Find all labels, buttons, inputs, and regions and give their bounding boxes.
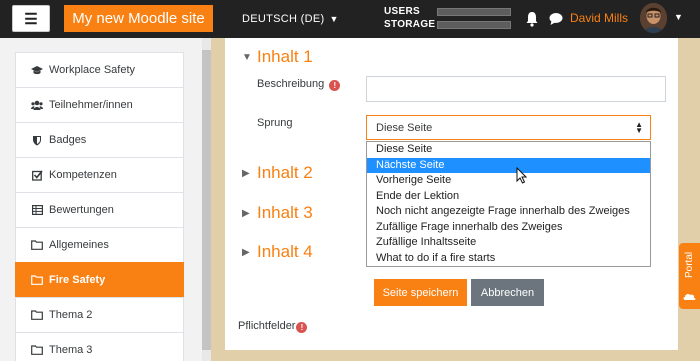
drawer-item-label: Teilnehmer/innen (49, 99, 133, 111)
folder-icon (31, 240, 43, 250)
checkbox-icon (31, 170, 43, 181)
save-page-button[interactable]: Seite speichern (374, 279, 467, 306)
section-title: Inhalt 4 (257, 242, 313, 261)
usage-labels: USERS STORAGE (384, 5, 435, 31)
drawer-item-topic-3[interactable]: Thema 3 (15, 332, 184, 361)
folder-icon (31, 345, 43, 355)
avatar[interactable] (640, 3, 667, 33)
portal-icon (683, 293, 696, 300)
users-usage-bar (437, 8, 511, 16)
drawer-item-label: Kompetenzen (49, 169, 117, 181)
drawer-item-topic-2[interactable]: Thema 2 (15, 297, 184, 332)
sprung-dropdown-list: Diese Seite Nächste Seite Vorherige Seit… (366, 141, 651, 267)
drawer-item-label: Thema 2 (49, 309, 93, 321)
drawer-item-label: Badges (49, 134, 87, 146)
section-header-inhalt-1[interactable]: ▼ Inhalt 1 (242, 47, 313, 67)
sprung-option[interactable]: Zufällige Inhaltsseite (367, 235, 650, 251)
beschreibung-input[interactable] (366, 76, 666, 102)
top-navbar: ☰ My new Moodle site DEUTSCH (DE) ▼ USER… (0, 0, 700, 38)
drawer-item-label: Allgemeines (49, 239, 109, 251)
caret-right-icon: ▶ (242, 167, 250, 179)
drawer-item-general[interactable]: Allgemeines (15, 227, 184, 262)
drawer-scrollbar-thumb[interactable] (202, 50, 211, 350)
drawer-item-badges[interactable]: Badges (15, 122, 184, 157)
drawer-item-participants[interactable]: Teilnehmer/innen (15, 87, 184, 122)
section-title: Inhalt 2 (257, 163, 313, 182)
caret-right-icon: ▶ (242, 246, 250, 258)
drawer-list: Workplace Safety Teilnehmer/innen Badges… (15, 52, 184, 361)
mouse-pointer-icon (516, 167, 527, 184)
required-fields-text: Pflichtfelder (238, 320, 296, 332)
section-title: Inhalt 1 (257, 47, 313, 66)
required-icon: ! (329, 80, 341, 91)
sprung-option[interactable]: What to do if a fire starts (367, 251, 650, 267)
section-header-inhalt-3[interactable]: ▶ Inhalt 3 (242, 203, 313, 223)
sprung-option-highlighted[interactable]: Nächste Seite (367, 157, 650, 173)
graduation-cap-icon (31, 65, 43, 75)
hamburger-icon: ☰ (24, 10, 38, 28)
bell-icon[interactable] (525, 11, 539, 27)
select-arrows-icon: ▲ ▼ (635, 120, 643, 135)
site-name-link[interactable]: My new Moodle site (64, 5, 213, 32)
storage-usage-label: STORAGE (384, 19, 436, 30)
cancel-button[interactable]: Abbrechen (471, 279, 544, 306)
section-header-inhalt-4[interactable]: ▶ Inhalt 4 (242, 242, 313, 262)
drawer-item-label: Workplace Safety (49, 64, 136, 76)
sprung-option[interactable]: Zufällige Frage innerhalb des Zweiges (367, 220, 650, 236)
sprung-option[interactable]: Noch nicht angezeigte Frage innerhalb de… (367, 204, 650, 220)
drawer-item-competencies[interactable]: Kompetenzen (15, 157, 184, 192)
folder-icon (31, 310, 43, 320)
section-title: Inhalt 3 (257, 203, 313, 222)
language-menu[interactable]: DEUTSCH (DE) ▼ (242, 0, 339, 38)
required-icon: ! (296, 322, 308, 333)
caret-right-icon: ▶ (242, 207, 250, 219)
nav-drawer: Workplace Safety Teilnehmer/innen Badges… (0, 38, 211, 361)
storage-usage-bar (437, 21, 511, 29)
beschreibung-label: Beschreibung! (257, 78, 341, 91)
users-icon (31, 100, 43, 110)
hamburger-menu-button[interactable]: ☰ (12, 5, 50, 32)
sprung-select[interactable]: Diese Seite ▲ ▼ (366, 115, 651, 140)
sprung-option[interactable]: Ende der Lektion (367, 189, 650, 205)
beschreibung-label-text: Beschreibung (257, 78, 325, 90)
language-label: DEUTSCH (DE) (242, 13, 325, 25)
section-header-inhalt-2[interactable]: ▶ Inhalt 2 (242, 163, 313, 183)
drawer-item-label: Fire Safety (49, 274, 106, 286)
drawer-item-label: Bewertungen (49, 204, 114, 216)
caret-down-icon: ▼ (329, 14, 339, 24)
portal-tab-label: Portal (684, 251, 695, 279)
sprung-option[interactable]: Diese Seite (367, 142, 650, 158)
drawer-item-grades[interactable]: Bewertungen (15, 192, 184, 227)
user-name[interactable]: David Mills (570, 11, 628, 25)
folder-icon (31, 275, 43, 285)
drawer-item-fire-safety[interactable]: Fire Safety (15, 262, 184, 297)
sprung-option[interactable]: Vorherige Seite (367, 173, 650, 189)
caret-down-icon: ▼ (242, 51, 252, 63)
chat-icon[interactable] (549, 12, 563, 26)
sprung-select-value: Diese Seite (376, 121, 433, 134)
sprung-label: Sprung (257, 117, 293, 129)
drawer-item-workplace-safety[interactable]: Workplace Safety (15, 52, 184, 87)
users-usage-label: USERS (384, 6, 420, 17)
drawer-item-label: Thema 3 (49, 344, 93, 356)
shield-icon (31, 135, 43, 146)
required-fields-note: Pflichtfelder! (238, 320, 308, 333)
table-icon (31, 205, 43, 215)
user-menu-caret-icon[interactable]: ▼ (674, 12, 683, 22)
